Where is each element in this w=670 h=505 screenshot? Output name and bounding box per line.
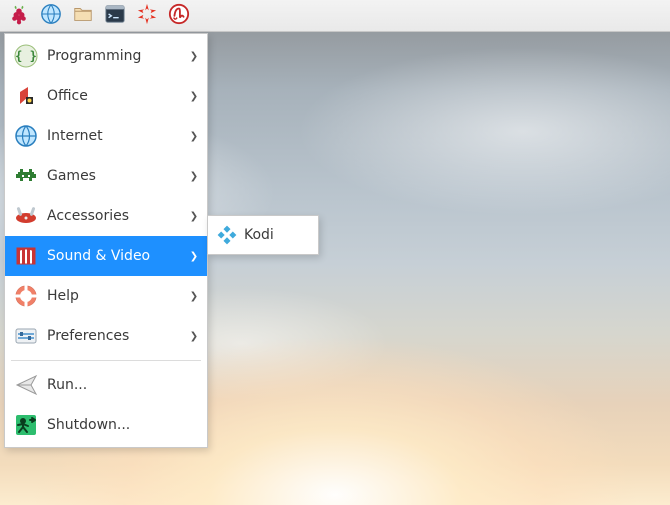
- kodi-icon: [216, 224, 238, 246]
- menu-item-label: Accessories: [47, 208, 189, 224]
- menu-item-label: Run...: [47, 377, 199, 393]
- menu-item-sound-video[interactable]: Sound & Video ❯: [5, 236, 207, 276]
- menu-item-label: Internet: [47, 128, 189, 144]
- chevron-right-icon: ❯: [189, 291, 199, 302]
- menu-separator: [11, 360, 201, 361]
- menu-item-shutdown[interactable]: Shutdown...: [5, 405, 207, 445]
- run-icon: [13, 372, 39, 398]
- terminal-icon: [104, 3, 126, 29]
- menu-item-label: Sound & Video: [47, 248, 189, 264]
- wolfram-icon: [168, 3, 190, 29]
- menu-item-help[interactable]: Help ❯: [5, 276, 207, 316]
- menu-item-label: Office: [47, 88, 189, 104]
- file-manager-launcher[interactable]: [70, 3, 96, 29]
- menu-item-label: Preferences: [47, 328, 189, 344]
- menu-item-run[interactable]: Run...: [5, 365, 207, 405]
- menu-item-games[interactable]: Games ❯: [5, 156, 207, 196]
- submenu-item-label: Kodi: [244, 227, 310, 243]
- menu-item-accessories[interactable]: Accessories ❯: [5, 196, 207, 236]
- raspberry-icon: [8, 3, 30, 29]
- shutdown-icon: [13, 412, 39, 438]
- chevron-right-icon: ❯: [189, 171, 199, 182]
- menu-item-label: Help: [47, 288, 189, 304]
- soundvideo-icon: [13, 243, 39, 269]
- menu-item-label: Programming: [47, 48, 189, 64]
- chevron-right-icon: ❯: [189, 131, 199, 142]
- accessories-icon: [13, 203, 39, 229]
- application-menu: { } Programming ❯ Office ❯ Internet ❯ Ga…: [4, 33, 208, 448]
- svg-text:{ }: { }: [15, 49, 37, 63]
- games-icon: [13, 163, 39, 189]
- wolfram-launcher[interactable]: [166, 3, 192, 29]
- menu-item-label: Shutdown...: [47, 417, 199, 433]
- web-browser-launcher[interactable]: [38, 3, 64, 29]
- chevron-right-icon: ❯: [189, 91, 199, 102]
- chevron-right-icon: ❯: [189, 331, 199, 342]
- office-icon: [13, 83, 39, 109]
- menu-item-label: Games: [47, 168, 189, 184]
- terminal-launcher[interactable]: [102, 3, 128, 29]
- preferences-icon: [13, 323, 39, 349]
- globe-icon: [40, 3, 62, 29]
- menu-item-internet[interactable]: Internet ❯: [5, 116, 207, 156]
- spikey-icon: [136, 3, 158, 29]
- mathematica-launcher[interactable]: [134, 3, 160, 29]
- menu-item-programming[interactable]: { } Programming ❯: [5, 36, 207, 76]
- submenu-item-kodi[interactable]: Kodi: [208, 218, 318, 252]
- menu-item-preferences[interactable]: Preferences ❯: [5, 316, 207, 356]
- chevron-right-icon: ❯: [189, 251, 199, 262]
- chevron-right-icon: ❯: [189, 211, 199, 222]
- help-icon: [13, 283, 39, 309]
- internet-icon: [13, 123, 39, 149]
- programming-icon: { }: [13, 43, 39, 69]
- top-panel: [0, 0, 670, 32]
- folder-icon: [72, 3, 94, 29]
- menu-button[interactable]: [6, 3, 32, 29]
- chevron-right-icon: ❯: [189, 51, 199, 62]
- sound-video-submenu: Kodi: [207, 215, 319, 255]
- menu-item-office[interactable]: Office ❯: [5, 76, 207, 116]
